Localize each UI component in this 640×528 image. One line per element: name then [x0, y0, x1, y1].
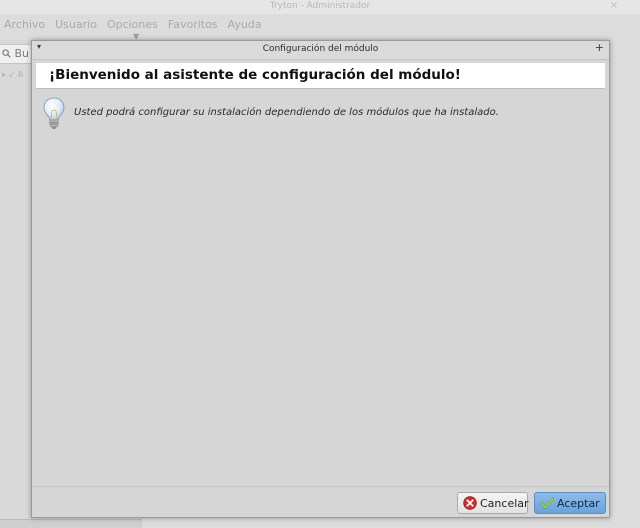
menu-archivo[interactable]: Archivo	[0, 18, 50, 31]
wizard-info-text: Usted podrá configurar su instalación de…	[74, 107, 499, 118]
menu-opciones[interactable]: Opciones	[102, 18, 163, 31]
cancel-icon	[463, 496, 477, 510]
search-icon	[2, 47, 15, 60]
menu-ayuda[interactable]: Ayuda	[223, 18, 267, 31]
wizard-header: ¡Bienvenido al asistente de configuració…	[36, 63, 605, 89]
close-icon[interactable]: ×	[610, 0, 618, 11]
cancel-button-label: Cancelar	[480, 496, 529, 510]
menu-usuario[interactable]: Usuario	[50, 18, 102, 31]
dialog-titlebar: ▾ Configuración del módulo +	[32, 41, 609, 60]
search-input-text: Bu	[14, 47, 30, 60]
main-menubar: Archivo Usuario Opciones Favoritos Ayuda	[0, 14, 640, 34]
wizard-welcome-heading: ¡Bienvenido al asistente de configuració…	[49, 67, 461, 83]
dialog-title: Configuración del módulo	[262, 44, 379, 54]
sidebar-tree-item[interactable]: ▸ ↙ A	[2, 70, 23, 79]
main-window-title: Tryton - Administrador	[269, 1, 371, 11]
sidebar	[0, 40, 34, 528]
lightbulb-icon	[43, 97, 65, 129]
sidebar-bottom-strip	[0, 519, 142, 528]
ok-button[interactable]: Aceptar	[534, 492, 606, 514]
checkmark-icon	[540, 497, 554, 509]
search-input[interactable]: Bu	[0, 44, 34, 64]
main-window-titlebar: Tryton - Administrador ×	[0, 0, 640, 14]
cancel-button[interactable]: Cancelar	[457, 492, 529, 514]
dialog-button-bar: Cancelar Aceptar	[32, 486, 609, 517]
ok-button-label: Aceptar	[557, 496, 600, 510]
module-config-dialog: ▾ Configuración del módulo + ¡Bienvenido…	[31, 40, 610, 518]
menu-favoritos[interactable]: Favoritos	[163, 18, 223, 31]
maximize-icon[interactable]: +	[595, 41, 604, 54]
